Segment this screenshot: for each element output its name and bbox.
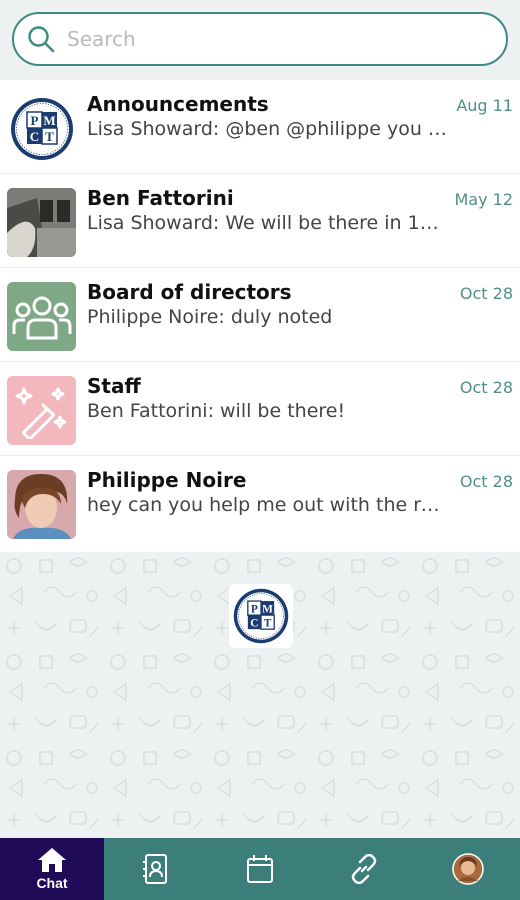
contacts-icon <box>143 854 167 884</box>
svg-text:P: P <box>251 603 258 615</box>
pmct-logo-icon: P M C T <box>233 588 289 644</box>
chat-row-staff[interactable]: Staff Ben Fattorini: will be there! Oct … <box>0 362 520 456</box>
chat-name: Announcements <box>87 92 269 116</box>
search-bar <box>0 0 520 80</box>
magic-wand-avatar <box>7 376 76 445</box>
group-icon <box>12 296 71 339</box>
profile-avatar-icon <box>452 853 484 885</box>
bottom-nav: Chat <box>0 838 520 900</box>
philippe-photo-avatar <box>7 470 76 539</box>
nav-chat-label: Chat <box>36 875 68 891</box>
search-input[interactable] <box>67 19 467 59</box>
chat-name: Ben Fattorini <box>87 186 234 210</box>
ben-photo-image <box>7 188 76 257</box>
search-box[interactable] <box>12 12 508 66</box>
chat-background-pattern: P M C T <box>0 552 520 838</box>
pmct-logo: P M C T <box>229 584 293 648</box>
nav-chat[interactable]: Chat <box>0 838 104 900</box>
chat-row-announcements[interactable]: P M C T Announcements Lisa Showard: @ben… <box>0 80 520 174</box>
home-icon <box>38 848 66 872</box>
chat-preview: hey can you help me out with the rehears… <box>87 494 447 516</box>
svg-text:T: T <box>264 618 272 630</box>
svg-text:T: T <box>45 129 54 144</box>
chat-preview: Philippe Noire: duly noted <box>87 306 333 328</box>
svg-text:M: M <box>262 603 273 615</box>
philippe-photo-image <box>7 470 76 539</box>
svg-text:C: C <box>250 618 258 630</box>
chat-preview: Ben Fattorini: will be there! <box>87 400 346 422</box>
nav-profile[interactable] <box>416 838 520 900</box>
chat-row-ben-fattorini[interactable]: Ben Fattorini Lisa Showard: We will be t… <box>0 174 520 268</box>
chat-name: Board of directors <box>87 280 292 304</box>
chat-date: Oct 28 <box>459 472 513 491</box>
nav-contacts[interactable] <box>104 838 208 900</box>
calendar-icon <box>247 855 273 883</box>
chat-preview: Lisa Showard: @ben @philippe you can hel… <box>87 118 447 140</box>
group-avatar <box>7 282 76 351</box>
nav-links[interactable] <box>312 838 416 900</box>
nav-calendar[interactable] <box>208 838 312 900</box>
chat-name: Philippe Noire <box>87 468 247 492</box>
chat-date: May 12 <box>454 190 513 209</box>
chat-date: Aug 11 <box>456 96 513 115</box>
search-icon <box>28 26 55 53</box>
chat-row-philippe-noire[interactable]: Philippe Noire hey can you help me out w… <box>0 456 520 550</box>
chat-preview: Lisa Showard: We will be there in 10 min… <box>87 212 447 234</box>
ben-photo-avatar <box>7 188 76 257</box>
svg-text:P: P <box>30 113 38 128</box>
link-icon <box>351 854 377 884</box>
svg-text:M: M <box>43 113 55 128</box>
chat-date: Oct 28 <box>459 284 513 303</box>
chat-list: P M C T Announcements Lisa Showard: @ben… <box>0 80 520 552</box>
magic-wand-icon <box>15 387 66 439</box>
svg-text:C: C <box>29 129 38 144</box>
pmct-logo-avatar: P M C T <box>7 94 76 163</box>
pmct-logo-icon: P M C T <box>10 97 73 160</box>
chat-date: Oct 28 <box>459 378 513 397</box>
chat-row-board-of-directors[interactable]: Board of directors Philippe Noire: duly … <box>0 268 520 362</box>
chat-name: Staff <box>87 374 141 398</box>
